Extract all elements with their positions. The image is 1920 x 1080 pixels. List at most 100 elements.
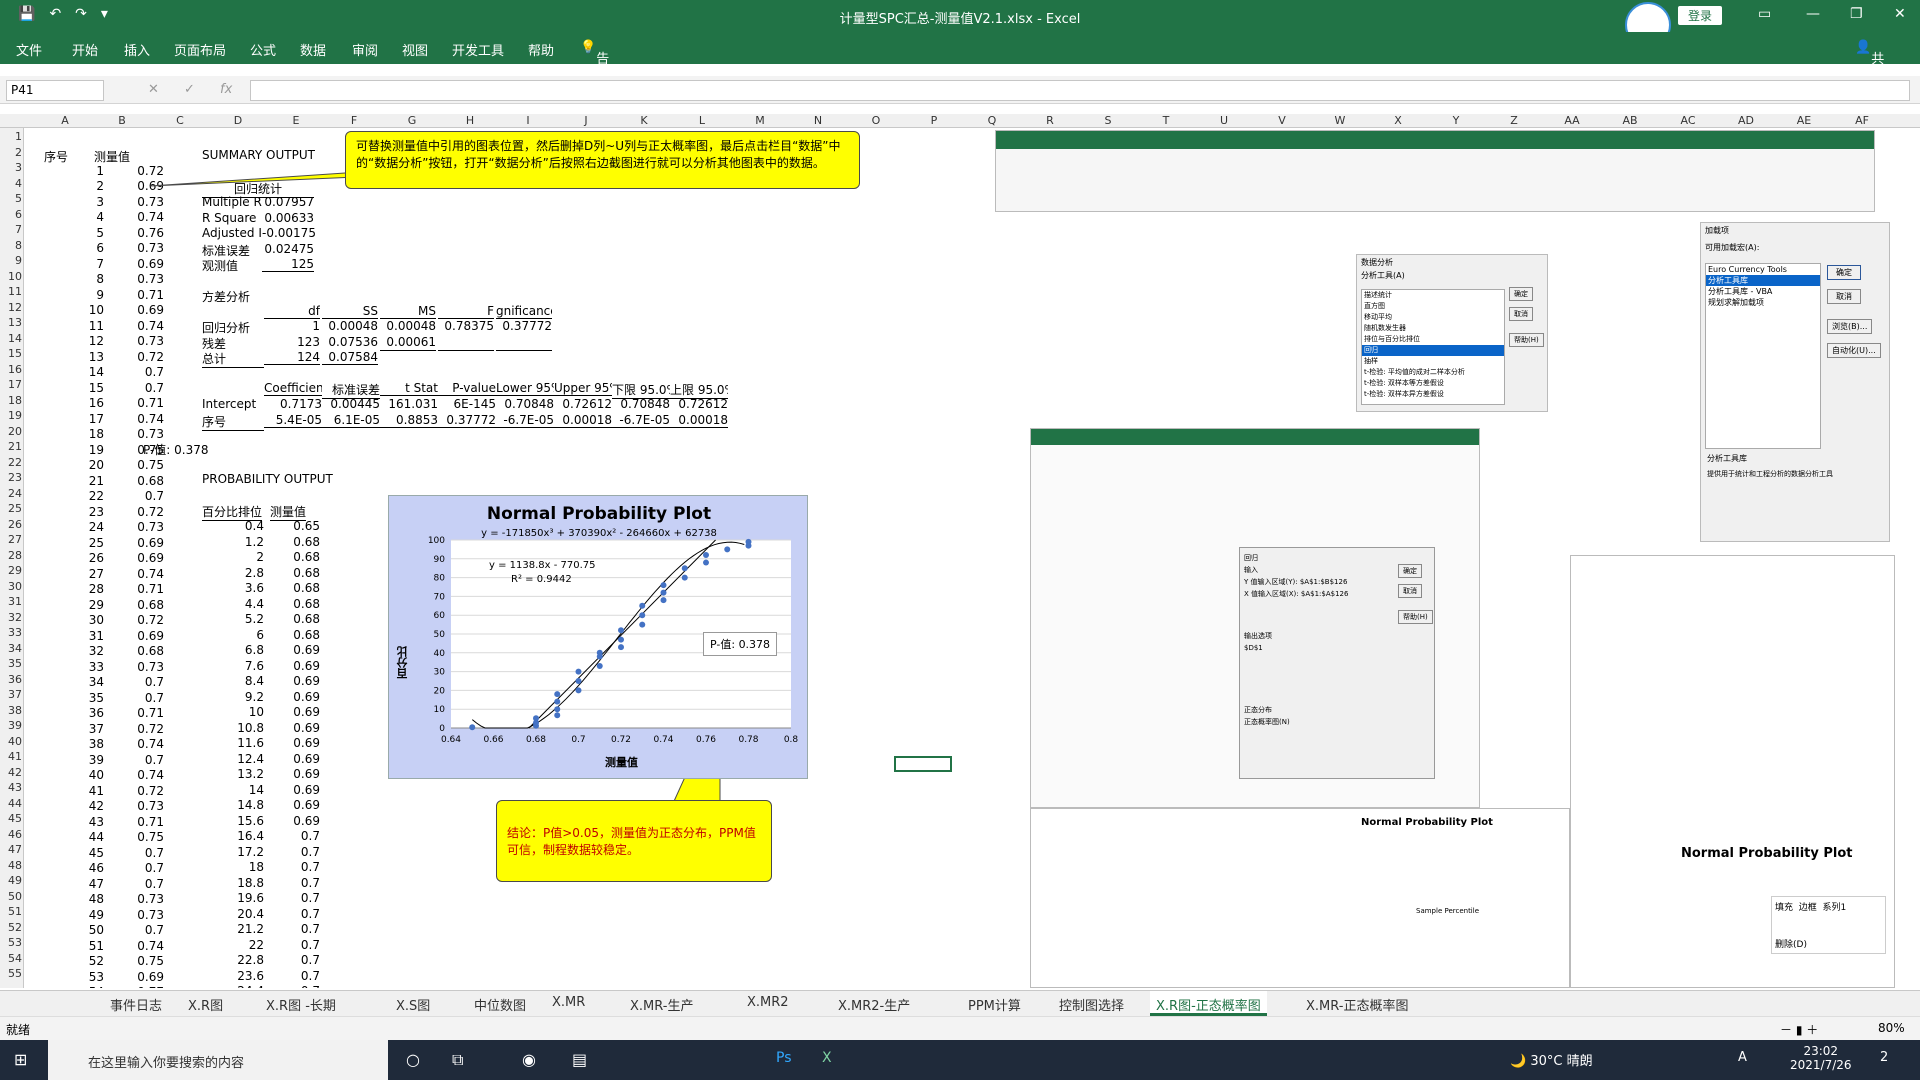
big-chart-title: Normal Probability Plot — [1681, 846, 1853, 861]
chart-pvalue-label: P-值: 0.378 — [703, 632, 778, 656]
reg-help: 帮助(H) — [1398, 610, 1433, 624]
sheet-tab-bar: 事件日志 X.R图 X.R图 -长期 X.S图 中位数图 X.MR X.MR-生产 X.MR2… — [0, 990, 1920, 1016]
notification-icon[interactable]: 2 — [1880, 1050, 1888, 1065]
data-point — [575, 678, 582, 684]
da-tool-item: 直方图 — [1364, 302, 1385, 310]
y-tick-label: 30 — [434, 668, 446, 678]
addins-ok: 确定 — [1827, 265, 1861, 280]
excel-regression-result-screenshot: Normal Probability Plot 填充 边框 系列1 删除(D) — [1570, 555, 1895, 988]
da-tool-item: 移动平均 — [1364, 313, 1392, 321]
taskbar-search-text: 在这里输入你要搜索的内容 — [88, 1056, 245, 1071]
linear-trend-label: y = 1138.8x - 770.75 — [489, 560, 596, 571]
data-point — [596, 662, 603, 669]
x-tick-label: 0.68 — [526, 735, 546, 745]
y-tick-label: 10 — [434, 705, 446, 715]
addins-desc: 提供用于统计和工程分析的数据分析工具 — [1707, 470, 1833, 478]
data-point — [745, 538, 752, 545]
data-point — [660, 597, 667, 604]
sheet-tab[interactable]: X.R图-正态概率图 — [1150, 991, 1267, 1016]
sheet-tab[interactable]: 控制图选择 — [1059, 995, 1124, 1014]
sheet-tab[interactable]: 中位数图 — [474, 995, 526, 1014]
x-tick-label: 0.8 — [784, 735, 799, 745]
status-bar: 就绪 － ▮ ＋ 80% — [0, 1016, 1920, 1040]
photoshop-icon[interactable]: Ps — [776, 1050, 792, 1066]
sheet-tab[interactable]: 事件日志 — [110, 995, 162, 1014]
data-point — [681, 565, 688, 572]
reg-x-label: X 值输入区域(X): — [1244, 590, 1299, 598]
addin-item: 分析工具库 — [1706, 275, 1820, 286]
format-popup: 填充 边框 系列1 删除(D) — [1771, 896, 1886, 954]
windows-start-icon[interactable]: ⊞ — [14, 1050, 27, 1069]
delete-label: 删除(D) — [1775, 940, 1807, 950]
addins-label: 可用加载宏(A): — [1705, 243, 1760, 252]
data-point — [639, 621, 646, 628]
data-point — [660, 589, 667, 596]
taskbar-search[interactable]: 在这里输入你要搜索的内容 — [48, 1040, 388, 1080]
explorer-icon[interactable]: ▤ — [572, 1050, 587, 1069]
regression-dialog: 回归 输入 Y 值输入区域(Y): $A$1:$B$126 X 值输入区域(X)… — [1239, 547, 1435, 779]
clock-time: 23:02 — [1803, 1044, 1839, 1058]
zoom-level[interactable]: 80% — [1878, 1021, 1905, 1035]
x-tick-label: 0.66 — [483, 735, 503, 745]
data-point — [618, 644, 624, 651]
clock[interactable]: 23:02 2021/7/26 — [1790, 1044, 1852, 1072]
addins-list: Euro Currency Tools 分析工具库 分析工具库 - VBA 规划求解加… — [1705, 263, 1821, 449]
da-tool-item: t-检验: 双样本等方差假设 — [1364, 379, 1444, 387]
data-point — [469, 724, 476, 731]
da-help: 帮助(H) — [1509, 333, 1544, 347]
data-point — [618, 636, 624, 643]
da-tool-item: 排位与百分比排位 — [1364, 335, 1420, 343]
cortana-icon[interactable]: ○ — [406, 1050, 420, 1069]
sheet-tab[interactable]: X.S图 — [396, 995, 430, 1014]
da-tool-item: 回归 — [1362, 345, 1504, 356]
instruction-callout: 可替换测量值中引用的图表位置，然后删掉D列~U列与正太概率图，最后点击栏目“数据… — [345, 131, 860, 189]
reg-title: 回归 — [1244, 554, 1258, 562]
data-point — [639, 602, 646, 609]
task-view-icon[interactable]: ⧉ — [452, 1050, 463, 1070]
reg-x-value: $A$1:$A$126 — [1300, 590, 1349, 598]
y-tick-label: 90 — [434, 555, 446, 565]
data-point — [703, 552, 709, 559]
y-tick-label: 80 — [434, 574, 446, 584]
conclusion-callout: 结论：P值>0.05，测量值为正态分布，PPM值可信，制程数据较稳定。 — [496, 800, 772, 882]
addins-browse: 浏览(B)... — [1827, 319, 1873, 334]
sheet-tab[interactable]: X.MR2-生产 — [838, 995, 910, 1014]
r-squared-label: R² = 0.9442 — [511, 574, 572, 585]
sheet-tab[interactable]: PPM计算 — [968, 995, 1021, 1014]
fill-label: 填充 — [1775, 903, 1794, 913]
sheet-tab[interactable]: X.R图 -长期 — [266, 995, 336, 1014]
data-point — [639, 612, 646, 619]
da-title: 数据分析 — [1361, 258, 1393, 267]
addin-item: Euro Currency Tools — [1708, 265, 1787, 274]
sheet-tab[interactable]: X.MR-正态概率图 — [1306, 995, 1408, 1014]
reg-cancel: 取消 — [1398, 584, 1422, 598]
zoom-slider[interactable]: － ▮ ＋ — [1780, 1021, 1818, 1038]
sheet-tab[interactable]: X.MR — [552, 995, 585, 1010]
sheet-tab[interactable]: X.MR2 — [747, 995, 789, 1010]
addins-auto: 自动化(U)... — [1827, 343, 1881, 358]
da-cancel: 取消 — [1509, 307, 1533, 321]
mini-chart-screenshot: Normal Probability Plot Sample Percentil… — [1030, 808, 1570, 988]
normal-probability-chart[interactable]: Normal Probability Plot y = -171850x³ + … — [388, 495, 808, 779]
x-tick-label: 0.74 — [653, 735, 673, 745]
x-tick-label: 0.72 — [611, 735, 631, 745]
x-axis-title: 测量值 — [605, 756, 638, 769]
windows-taskbar: ⊞ 在这里输入你要搜索的内容 ○ ⧉ ◉ ▤ Ps X 🌙 30°C 晴朗 A … — [0, 1040, 1920, 1080]
mini-chart-xlabel: Sample Percentile — [1416, 907, 1480, 915]
y-tick-label: 40 — [434, 649, 446, 659]
edge-icon[interactable]: ◉ — [522, 1050, 536, 1069]
data-point — [554, 698, 561, 705]
y-tick-label: 100 — [428, 536, 445, 546]
excel-taskbar-icon[interactable]: X — [822, 1050, 832, 1066]
weather-icon[interactable]: 🌙 30°C 晴朗 — [1510, 1050, 1593, 1069]
sheet-tab[interactable]: X.MR-生产 — [630, 995, 693, 1014]
sheet-tab[interactable]: X.R图 — [188, 995, 223, 1014]
da-tool-item: t-检验: 双样本异方差假设 — [1364, 390, 1444, 398]
da-tool-item: 抽样 — [1364, 357, 1378, 365]
y-tick-label: 50 — [434, 630, 446, 640]
mini-chart-title: Normal Probability Plot — [1361, 817, 1493, 828]
ribbon-data-screenshot — [995, 130, 1875, 212]
ime-indicator[interactable]: A — [1738, 1050, 1747, 1065]
data-point — [554, 712, 561, 719]
border-label: 边框 — [1798, 903, 1817, 913]
